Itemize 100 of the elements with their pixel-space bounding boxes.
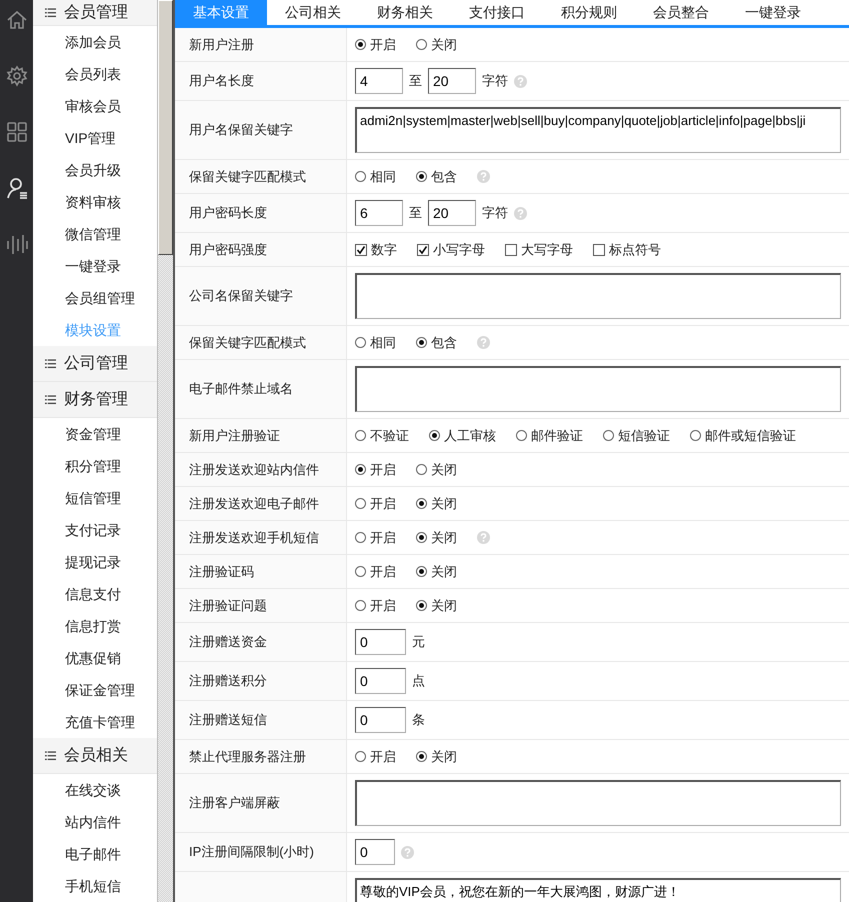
- radio-button[interactable]: [416, 751, 427, 762]
- sidebar-group-header[interactable]: 公司管理: [33, 346, 157, 382]
- option-label: 关闭: [431, 528, 457, 547]
- sidebar-item[interactable]: 信息支付: [33, 578, 157, 610]
- text-area[interactable]: admi2n|system|master|web|sell|buy|company|quote|job|article|info|page|bbs|ji: [355, 107, 841, 153]
- radio-button[interactable]: [355, 464, 366, 475]
- field-label: 用户密码长度: [189, 204, 267, 222]
- radio-button[interactable]: [416, 498, 427, 509]
- sidebar-item[interactable]: 微信管理: [33, 218, 157, 250]
- sidebar-item[interactable]: 保证金管理: [33, 674, 157, 706]
- radio-button[interactable]: [690, 430, 701, 441]
- grid-icon[interactable]: [6, 120, 28, 144]
- sidebar-item[interactable]: 手机短信: [33, 870, 157, 902]
- sidebar-item[interactable]: VIP管理: [33, 122, 157, 154]
- radio-button[interactable]: [416, 464, 427, 475]
- option-label: 不验证: [370, 426, 409, 445]
- sidebar-item[interactable]: 会员组管理: [33, 282, 157, 314]
- radio-button[interactable]: [416, 532, 427, 543]
- radio-button[interactable]: [416, 566, 427, 577]
- checkbox[interactable]: [355, 244, 367, 256]
- radio-button[interactable]: [416, 39, 427, 50]
- sidebar-item[interactable]: 支付记录: [33, 514, 157, 546]
- bars-icon[interactable]: [6, 232, 28, 256]
- list-icon: [45, 8, 56, 18]
- option-label: 邮件或短信验证: [705, 426, 796, 445]
- field-label: 注册发送欢迎电子邮件: [189, 494, 319, 513]
- sidebar-item[interactable]: 审核会员: [33, 90, 157, 122]
- sidebar-item[interactable]: 充值卡管理: [33, 706, 157, 738]
- sidebar-group-header[interactable]: 会员相关: [33, 738, 157, 774]
- field-label: IP注册间隔限制(小时): [189, 843, 314, 862]
- sidebar-item[interactable]: 站内信件: [33, 806, 157, 838]
- sidebar-item[interactable]: 会员升级: [33, 154, 157, 186]
- home-icon[interactable]: [6, 8, 28, 32]
- sidebar-group-header[interactable]: 会员管理: [33, 0, 157, 26]
- text-area[interactable]: [355, 780, 841, 826]
- sidebar-item[interactable]: 优惠促销: [33, 642, 157, 674]
- radio-button[interactable]: [429, 430, 440, 441]
- radio-button[interactable]: [516, 430, 527, 441]
- field-label: 注册验证问题: [189, 596, 267, 615]
- field-label: 注册发送欢迎手机短信: [189, 528, 319, 547]
- sidebar-item[interactable]: 会员列表: [33, 58, 157, 90]
- text-area[interactable]: [355, 273, 841, 319]
- radio-button[interactable]: [416, 600, 427, 611]
- gear-icon[interactable]: [6, 64, 28, 88]
- input-field[interactable]: 4: [355, 68, 403, 94]
- field-label: 注册发送欢迎站内信件: [189, 460, 319, 479]
- input-field[interactable]: 0: [355, 707, 406, 733]
- radio-button[interactable]: [355, 751, 366, 762]
- field-label: 注册赠送积分: [189, 672, 267, 690]
- field-label: 注册赠送短信: [189, 711, 267, 730]
- text-area[interactable]: [355, 366, 841, 412]
- radio-button[interactable]: [355, 430, 366, 441]
- sidebar-item[interactable]: 添加会员: [33, 26, 157, 58]
- sidebar-item[interactable]: 积分管理: [33, 450, 157, 482]
- input-field[interactable]: 0: [355, 839, 395, 865]
- sidebar-item[interactable]: 资料审核: [33, 186, 157, 218]
- sidebar-item[interactable]: 在线交谈: [33, 774, 157, 806]
- user-list-icon[interactable]: [6, 176, 28, 200]
- sidebar-item[interactable]: 信息打赏: [33, 610, 157, 642]
- input-field[interactable]: 20: [428, 200, 476, 226]
- scrollbar-track[interactable]: [157, 0, 173, 902]
- list-icon: [45, 750, 56, 760]
- radio-button[interactable]: [355, 39, 366, 50]
- radio-button[interactable]: [355, 171, 366, 182]
- field-label: 禁止代理服务器注册: [189, 748, 306, 766]
- separator-label: 至: [409, 72, 422, 90]
- sidebar-item[interactable]: 短信管理: [33, 482, 157, 514]
- radio-button[interactable]: [355, 566, 366, 577]
- separator-label: 至: [409, 204, 422, 222]
- sidebar-group-header[interactable]: 财务管理: [33, 382, 157, 418]
- radio-button[interactable]: [416, 171, 427, 182]
- option-label: 包含: [431, 334, 457, 352]
- unit-label: 条: [412, 711, 425, 730]
- radio-button[interactable]: [416, 337, 427, 348]
- radio-button[interactable]: [355, 498, 366, 509]
- radio-button[interactable]: [355, 532, 366, 543]
- field-label: 公司名保留关键字: [189, 287, 293, 306]
- checkbox[interactable]: [593, 244, 605, 256]
- text-area[interactable]: 尊敬的VIP会员，祝您在新的一年大展鸿图，财源广进！: [355, 878, 841, 902]
- input-field[interactable]: 6: [355, 200, 403, 226]
- checkbox[interactable]: [505, 244, 517, 256]
- checkbox[interactable]: [417, 244, 429, 256]
- radio-button[interactable]: [355, 337, 366, 348]
- input-field[interactable]: 0: [355, 629, 406, 655]
- field-label: 新用户注册验证: [189, 426, 280, 445]
- field-label: 用户名长度: [189, 72, 254, 90]
- sidebar-item[interactable]: 一键登录: [33, 250, 157, 282]
- option-label: 相同: [370, 168, 396, 186]
- radio-button[interactable]: [603, 430, 614, 441]
- sidebar-item[interactable]: 资金管理: [33, 418, 157, 450]
- option-label: 关闭: [431, 36, 457, 54]
- sidebar-item[interactable]: 提现记录: [33, 546, 157, 578]
- sidebar-item[interactable]: 电子邮件: [33, 838, 157, 870]
- option-label: 关闭: [431, 562, 457, 581]
- scrollbar-thumb[interactable]: [158, 0, 173, 255]
- input-field[interactable]: 20: [428, 68, 476, 94]
- radio-button[interactable]: [355, 600, 366, 611]
- option-label: 短信验证: [618, 426, 670, 445]
- field-label: 电子邮件禁止域名: [189, 380, 293, 398]
- input-field[interactable]: 0: [355, 668, 406, 694]
